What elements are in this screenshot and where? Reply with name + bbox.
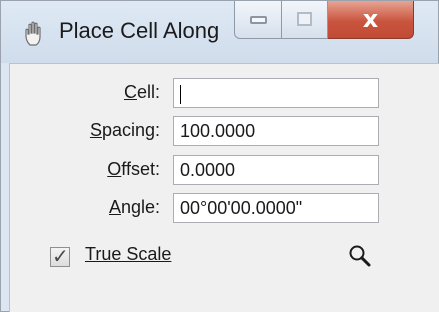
place-cell-along-dialog: Place Cell Along x Cell: Spacing: 100.00… (0, 0, 439, 312)
offset-input[interactable]: 0.0000 (173, 155, 379, 185)
angle-label: Angle: (108, 197, 160, 217)
cell-label: Cell: (123, 82, 160, 102)
close-icon: x (362, 5, 379, 33)
magnifier-icon[interactable] (348, 244, 372, 268)
maximize-icon (297, 12, 312, 26)
dialog-body: Cell: Spacing: 100.0000 Offset: 0.0000 A… (9, 63, 439, 312)
spacing-label: Spacing: (89, 120, 160, 140)
spacing-input[interactable]: 100.0000 (173, 116, 379, 146)
minimize-button[interactable] (234, 1, 282, 39)
maximize-button[interactable] (282, 1, 328, 39)
text-caret (180, 84, 181, 104)
minimize-icon (250, 16, 267, 24)
hand-icon (25, 21, 41, 46)
offset-label: Offset: (107, 159, 160, 179)
true-scale-checkbox[interactable]: ✓ (50, 244, 70, 268)
checkmark-icon: ✓ (52, 244, 69, 268)
title-bar[interactable]: Place Cell Along x (1, 1, 438, 63)
angle-input[interactable]: 00°00'00.0000" (173, 193, 379, 223)
true-scale-label[interactable]: True Scale (85, 244, 171, 265)
window-title: Place Cell Along (59, 18, 220, 43)
close-button[interactable]: x (328, 1, 414, 39)
cell-input[interactable] (173, 78, 379, 108)
